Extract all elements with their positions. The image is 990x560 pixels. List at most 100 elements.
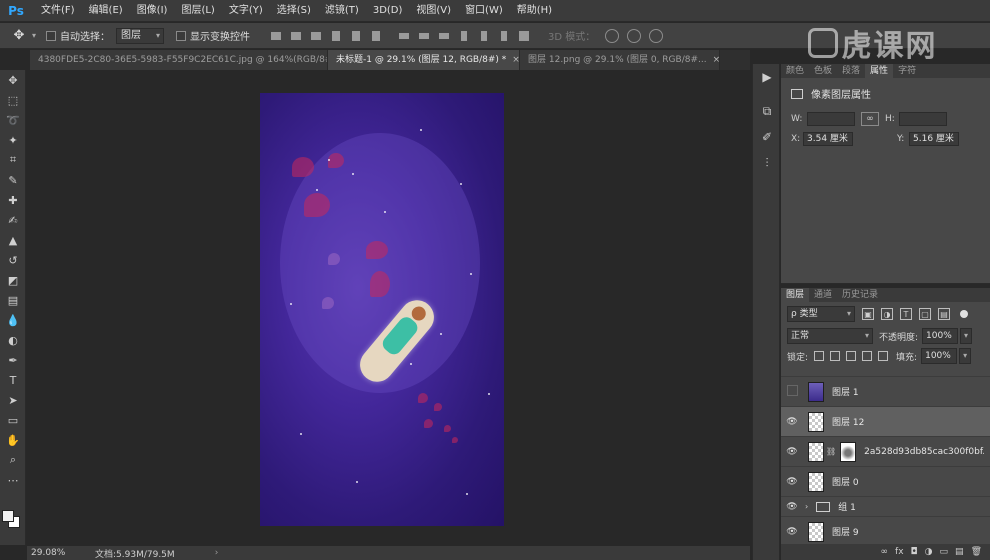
align-hcenter-icon[interactable] xyxy=(349,29,363,43)
add-mask-icon[interactable]: ◘ xyxy=(911,547,918,557)
menu-3d[interactable]: 3D(D) xyxy=(366,0,410,22)
link-icon[interactable]: ∞ xyxy=(861,112,879,126)
opacity-dropdown[interactable]: ▾ xyxy=(960,328,973,344)
eyedropper-tool-icon[interactable]: ✎ xyxy=(0,170,26,190)
x-field[interactable]: 3.54 厘米 xyxy=(803,132,853,146)
filter-pixel-icon[interactable]: ▣ xyxy=(862,308,874,320)
auto-select-dropdown[interactable]: 图层 xyxy=(116,27,165,44)
eye-icon[interactable]: 👁 xyxy=(781,447,803,457)
blur-tool-icon[interactable]: 💧 xyxy=(0,310,26,330)
lock-image-icon[interactable] xyxy=(830,351,841,361)
menu-help[interactable]: 帮助(H) xyxy=(510,0,559,22)
visibility-toggle[interactable] xyxy=(781,385,803,399)
y-field[interactable]: 5.16 厘米 xyxy=(909,132,959,146)
tab-color[interactable]: 颜色 xyxy=(781,64,809,78)
hand-tool-icon[interactable]: ✋ xyxy=(0,430,26,450)
filter-shape-icon[interactable]: ▢ xyxy=(919,308,931,320)
eye-icon[interactable]: 👁 xyxy=(781,527,803,537)
new-group-icon[interactable]: ▭ xyxy=(940,547,949,557)
chevron-down-icon[interactable]: ▾ xyxy=(32,31,36,40)
align-right-icon[interactable] xyxy=(369,29,383,43)
link-layers-icon[interactable]: ∞ xyxy=(881,547,889,557)
filter-toggle-icon[interactable] xyxy=(960,310,968,318)
history-icon[interactable]: ⧉ xyxy=(753,98,781,124)
3d-orbit-icon[interactable] xyxy=(605,28,620,43)
lock-position-icon[interactable] xyxy=(846,351,857,361)
tab-character[interactable]: 字符 xyxy=(893,64,921,78)
fill-dropdown[interactable]: ▾ xyxy=(959,348,972,364)
menu-image[interactable]: 图像(I) xyxy=(130,0,175,22)
3d-roll-icon[interactable] xyxy=(627,28,642,43)
canvas-area[interactable] xyxy=(27,70,750,546)
doc-tab-1[interactable]: 4380FDE5-2C80-36E5-5983-F55F9C2EC61C.jpg… xyxy=(30,50,328,70)
marquee-tool-icon[interactable]: ⬚ xyxy=(0,90,26,110)
pen-tool-icon[interactable]: ✒ xyxy=(0,350,26,370)
distribute-right-icon[interactable] xyxy=(497,29,511,43)
menu-view[interactable]: 视图(V) xyxy=(409,0,458,22)
layer-row[interactable]: 👁 图层 12 xyxy=(781,406,990,436)
lock-all-icon[interactable] xyxy=(878,351,889,361)
crop-tool-icon[interactable]: ⌗ xyxy=(0,150,26,170)
layer-style-icon[interactable]: fx xyxy=(895,547,904,557)
doc-tab-3[interactable]: 图层 12.png @ 29.1% (图层 0, RGB/8#... × xyxy=(520,50,720,70)
tab-paragraph[interactable]: 段落 xyxy=(837,64,865,78)
brush-tool-icon[interactable]: ✍ xyxy=(0,210,26,230)
type-tool-icon[interactable]: T xyxy=(0,370,26,390)
distribute-top-icon[interactable] xyxy=(397,29,411,43)
eye-icon[interactable]: 👁 xyxy=(781,417,803,427)
width-field[interactable] xyxy=(807,112,855,126)
height-field[interactable] xyxy=(899,112,947,126)
eye-icon[interactable]: 👁 xyxy=(781,477,803,487)
align-vcenter-icon[interactable] xyxy=(289,29,303,43)
adjust-sliders-icon[interactable]: ⫶ xyxy=(753,150,781,176)
stamp-tool-icon[interactable]: ▲ xyxy=(0,230,26,250)
healing-brush-tool-icon[interactable]: ✚ xyxy=(0,190,26,210)
layer-group-row[interactable]: 👁 › 组 1 xyxy=(781,496,990,516)
lasso-tool-icon[interactable]: ➰ xyxy=(0,110,26,130)
layer-row[interactable]: 👁 图层 9 xyxy=(781,516,990,546)
layer-row[interactable]: 👁 图层 0 xyxy=(781,466,990,496)
adjustment-layer-icon[interactable]: ◑ xyxy=(925,547,933,557)
menu-layer[interactable]: 图层(L) xyxy=(174,0,221,22)
layer-row[interactable]: 👁 ⛓ 2a528d93db85cac300f0bf... ☝ xyxy=(781,436,990,529)
distribute-hcenter-icon[interactable] xyxy=(477,29,491,43)
tab-properties[interactable]: 属性 xyxy=(865,64,894,78)
zoom-level[interactable]: 29.08% xyxy=(27,548,79,558)
align-bottom-icon[interactable] xyxy=(309,29,323,43)
3d-pan-icon[interactable] xyxy=(649,28,664,43)
filter-adjustment-icon[interactable]: ◑ xyxy=(881,308,893,320)
delete-layer-icon[interactable]: 🗑 xyxy=(971,547,982,557)
move-tool-icon[interactable]: ✥ xyxy=(0,70,26,90)
eye-icon[interactable]: 👁 xyxy=(781,502,803,512)
lock-transparent-icon[interactable] xyxy=(814,351,825,361)
doc-tab-2[interactable]: 未标题-1 @ 29.1% (图层 12, RGB/8#) * × xyxy=(328,50,520,70)
fill-field[interactable]: 100% xyxy=(921,348,958,364)
shape-tool-icon[interactable]: ▭ xyxy=(0,410,26,430)
distribute-bottom-icon[interactable] xyxy=(437,29,451,43)
tab-swatches[interactable]: 色板 xyxy=(809,64,837,78)
distribute-left-icon[interactable] xyxy=(457,29,471,43)
align-top-icon[interactable] xyxy=(269,29,283,43)
lock-artboard-icon[interactable] xyxy=(862,351,873,361)
align-left-icon[interactable] xyxy=(329,29,343,43)
more-tools-icon[interactable]: ⋯ xyxy=(0,470,26,490)
expand-chevron-icon[interactable]: › xyxy=(805,502,808,511)
history-brush-tool-icon[interactable]: ↺ xyxy=(0,250,26,270)
mask-link-icon[interactable]: ⛓ xyxy=(826,447,836,456)
show-transform-checkbox[interactable] xyxy=(176,30,187,41)
new-layer-icon[interactable]: ▤ xyxy=(955,547,964,557)
opacity-field[interactable]: 100% xyxy=(922,328,959,344)
filter-type-icon[interactable]: T xyxy=(900,308,912,320)
tab-layers[interactable]: 图层 xyxy=(781,288,810,302)
tab-channels[interactable]: 通道 xyxy=(809,288,837,302)
menu-edit[interactable]: 编辑(E) xyxy=(82,0,130,22)
eraser-tool-icon[interactable]: ◩ xyxy=(0,270,26,290)
menu-filter[interactable]: 滤镜(T) xyxy=(318,0,366,22)
tab-history[interactable]: 历史记录 xyxy=(837,288,883,302)
foreground-color-swatch[interactable] xyxy=(2,510,14,522)
layer-filter-dropdown[interactable]: ρ 类型 xyxy=(787,306,855,322)
zoom-tool-icon[interactable]: ⌕ xyxy=(0,450,26,470)
filter-smart-object-icon[interactable]: ▤ xyxy=(938,308,950,320)
menu-file[interactable]: 文件(F) xyxy=(34,0,82,22)
menu-type[interactable]: 文字(Y) xyxy=(222,0,270,22)
